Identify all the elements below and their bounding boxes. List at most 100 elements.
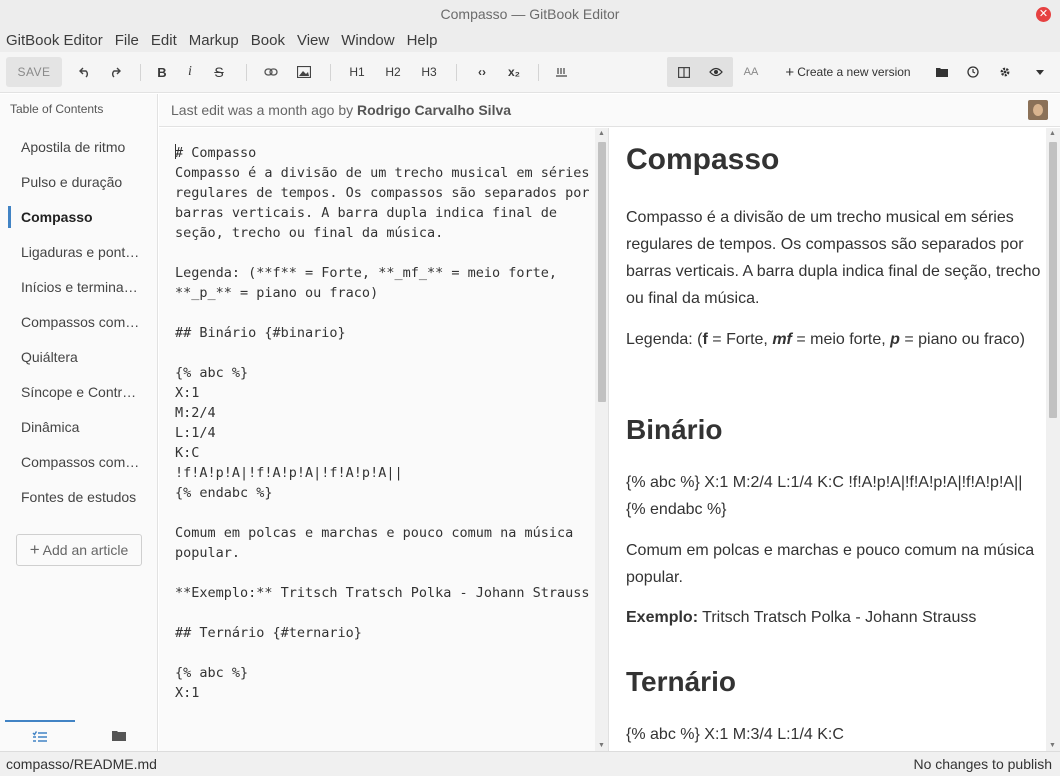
code-icon[interactable]: ‹›	[470, 57, 494, 87]
split-view-icon[interactable]	[672, 57, 696, 87]
heading1-button[interactable]: H1	[344, 57, 370, 87]
font-size-icon[interactable]: AA	[739, 57, 763, 87]
tab-summary[interactable]	[5, 720, 75, 751]
menu-help[interactable]: Help	[407, 32, 438, 49]
legend-mf: mf	[772, 331, 792, 348]
strikethrough-icon[interactable]: S	[208, 57, 230, 87]
menu-window[interactable]: Window	[341, 32, 394, 49]
toolbar-divider	[140, 64, 141, 81]
sidebar-item-dinamica[interactable]: Dinâmica	[8, 416, 156, 438]
add-article-button[interactable]: + Add an article	[16, 534, 142, 566]
bold-icon[interactable]: B	[152, 57, 172, 87]
scroll-up-arrow[interactable]: ▲	[598, 130, 605, 137]
create-version-button[interactable]: + Create a new version	[783, 57, 913, 87]
preview-h2-ternario: Ternário	[626, 666, 736, 697]
preview-abc-binario: {% abc %} X:1 M:2/4 L:1/4 K:C !f!A!p!A|!…	[626, 469, 1046, 523]
sidebar-item-fontes-de-estudos[interactable]: Fontes de estudos	[8, 486, 156, 508]
preview-abc-binario-text: {% abc %} X:1 M:2/4 L:1/4 K:C !f!A!p!A|!…	[626, 474, 1023, 518]
list-icon	[32, 730, 47, 742]
scroll-down-arrow[interactable]: ▼	[1049, 742, 1056, 749]
create-version-label: Create a new version	[797, 65, 911, 79]
toolbar-divider	[538, 64, 539, 81]
preview-paragraph-1: Compasso é a divisão de um trecho musica…	[626, 204, 1046, 312]
menu-gitbook-editor[interactable]: GitBook Editor	[6, 32, 103, 49]
sidebar-item-sincope[interactable]: Síncope e Contr…	[8, 381, 156, 403]
chevron-down-icon[interactable]	[1030, 57, 1050, 87]
preview-h1: Compasso	[626, 143, 780, 176]
sidebar-item-compasso[interactable]: Compasso	[8, 206, 156, 228]
folder-icon[interactable]	[932, 57, 952, 87]
preview-scrollbar-thumb[interactable]	[1049, 142, 1057, 418]
link-icon[interactable]	[260, 57, 282, 87]
plus-icon: +	[29, 540, 40, 559]
heading3-button[interactable]: H3	[416, 57, 442, 87]
settings-gear-icon[interactable]	[995, 57, 1015, 87]
markdown-editor[interactable]: # Compasso Compasso é a divisão de um tr…	[159, 128, 609, 751]
preview-title: Compasso	[626, 143, 1046, 177]
editor-toolbar: SAVE B i S H1 H2 H3 ‹› x₂ AA + Create a …	[0, 52, 1060, 93]
image-icon[interactable]	[293, 57, 315, 87]
editor-scrollbar-thumb[interactable]	[598, 142, 606, 402]
status-bar: compasso/README.md No changes to publish	[0, 751, 1060, 776]
editor-scrollbar[interactable]: ▲ ▼	[595, 128, 608, 751]
plus-icon: +	[785, 63, 795, 81]
preview-scrollbar[interactable]: ▲ ▼	[1046, 128, 1060, 751]
preview-pane: Compasso Compasso é a divisão de um trec…	[610, 128, 1060, 751]
sidebar-item-compassos-com-2[interactable]: Compassos com…	[8, 451, 156, 473]
preview-p1-text: Compasso é a divisão de um trecho musica…	[626, 209, 1041, 307]
italic-icon[interactable]: i	[180, 57, 200, 87]
exemplo-text: Tritsch Tratsch Polka - Johann Strauss	[698, 609, 977, 626]
menu-book[interactable]: Book	[251, 32, 285, 49]
legend-text-d: = piano ou fraco)	[899, 331, 1025, 348]
table-icon[interactable]	[550, 57, 572, 87]
undo-icon[interactable]	[74, 57, 96, 87]
preview-eye-icon[interactable]	[704, 57, 728, 87]
sidebar-tabs	[0, 720, 158, 751]
redo-icon[interactable]	[104, 57, 126, 87]
legend-text-a: Legenda: (	[626, 331, 703, 348]
preview-abc-ternario-text: {% abc %} X:1 M:3/4 L:1/4 K:C	[626, 726, 844, 743]
menu-edit[interactable]: Edit	[151, 32, 177, 49]
close-window-button[interactable]: ✕	[1036, 7, 1051, 22]
folder-icon	[112, 731, 126, 741]
last-edit-author: Rodrigo Carvalho Silva	[357, 102, 512, 118]
legend-p: p	[890, 331, 900, 348]
history-icon[interactable]	[963, 57, 983, 87]
window-title: Compasso — GitBook Editor	[440, 6, 620, 22]
preview-exemplo: Exemplo: Tritsch Tratsch Polka - Johann …	[626, 604, 1046, 631]
publish-status: No changes to publish	[913, 756, 1052, 772]
preview-paragraph-binario: Comum em polcas e marchas e pouco comum …	[626, 537, 1046, 591]
menu-file[interactable]: File	[115, 32, 139, 49]
legend-text-b: = Forte,	[707, 331, 773, 348]
heading2-button[interactable]: H2	[380, 57, 406, 87]
sidebar-item-pulso-e-duracao[interactable]: Pulso e duração	[8, 171, 156, 193]
editor-text: Compasso é a divisão de um trecho musica…	[175, 165, 590, 701]
scroll-up-arrow[interactable]: ▲	[1049, 130, 1056, 137]
menu-markup[interactable]: Markup	[189, 32, 239, 49]
sidebar-item-inicios[interactable]: Inícios e termina…	[8, 276, 156, 298]
save-button[interactable]: SAVE	[6, 57, 62, 87]
last-edit-text: Last edit was a month ago by	[171, 102, 354, 118]
scroll-down-arrow[interactable]: ▼	[598, 742, 605, 749]
sidebar-item-quialtera[interactable]: Quiáltera	[8, 346, 156, 368]
preview-heading-binario: Binário	[626, 414, 1046, 446]
menu-view[interactable]: View	[297, 32, 329, 49]
subscript-icon[interactable]: x₂	[502, 57, 526, 87]
editor-first-line: # Compasso	[175, 145, 257, 161]
last-edit-bar: Last edit was a month ago by Rodrigo Car…	[159, 94, 1060, 127]
toc-title: Table of Contents	[10, 102, 104, 116]
editor-content[interactable]: # Compasso Compasso é a divisão de um tr…	[175, 143, 595, 703]
avatar[interactable]	[1028, 100, 1048, 120]
file-path: compasso/README.md	[6, 756, 157, 772]
toolbar-divider	[456, 64, 457, 81]
sidebar-item-apostila-de-ritmo[interactable]: Apostila de ritmo	[8, 136, 156, 158]
preview-p-binario-text: Comum em polcas e marchas e pouco comum …	[626, 542, 1035, 586]
toolbar-divider	[330, 64, 331, 81]
menu-bar: GitBook Editor File Edit Markup Book Vie…	[0, 29, 1060, 52]
preview-heading-ternario: Ternário	[626, 666, 1046, 698]
tab-files[interactable]	[84, 720, 154, 751]
sidebar-item-ligaduras[interactable]: Ligaduras e pont…	[8, 241, 156, 263]
window-titlebar: Compasso — GitBook Editor ✕	[0, 0, 1060, 29]
legend-text-c: = meio forte,	[791, 331, 891, 348]
sidebar-item-compassos-com-1[interactable]: Compassos com…	[8, 311, 156, 333]
